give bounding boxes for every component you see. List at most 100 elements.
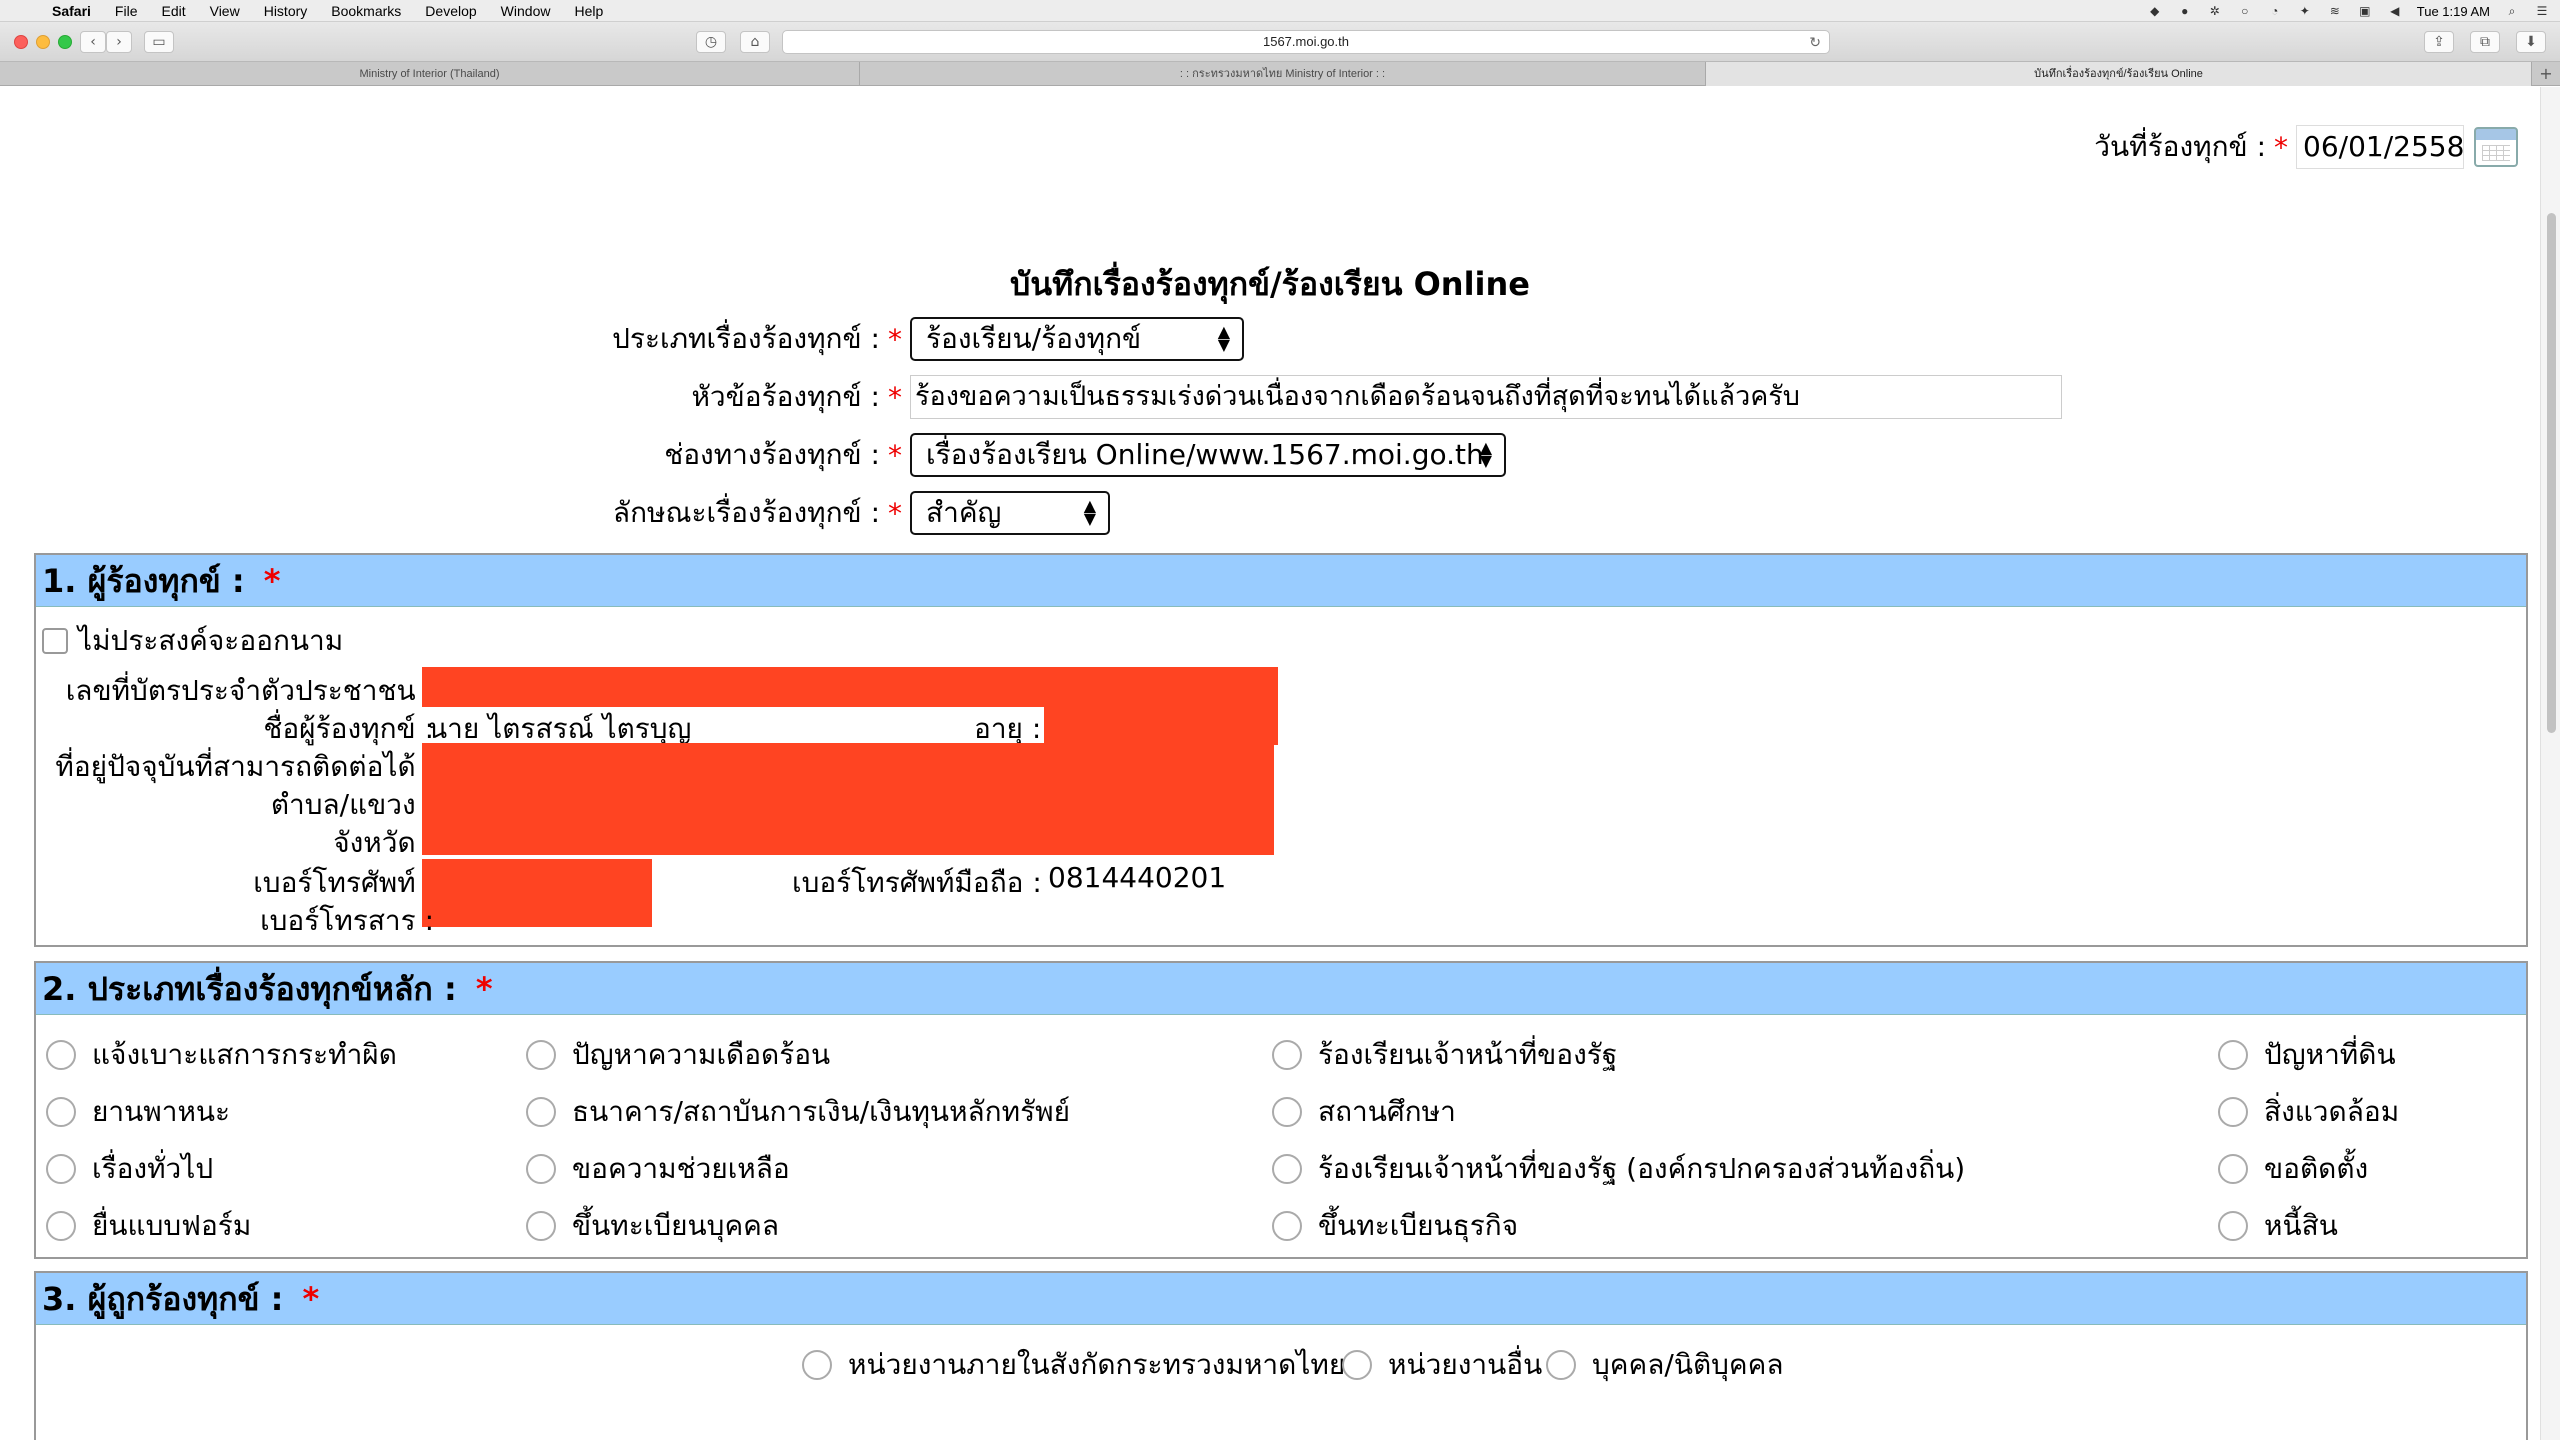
complaint-type-select[interactable]: ร้องเรียน/ร้องทุกข์ ▲ ▼: [910, 317, 1244, 361]
option-installation[interactable]: ขอติดตั้ง: [2218, 1147, 2368, 1191]
option-vehicle[interactable]: ยานพาหนะ: [46, 1090, 230, 1134]
notification-center-icon[interactable]: ☰: [2534, 4, 2550, 18]
id-number-redacted[interactable]: [422, 667, 1278, 707]
option-business-registration[interactable]: ขึ้นทะเบียนธุรกิจ: [1272, 1204, 1518, 1248]
menu-develop[interactable]: Develop: [413, 3, 488, 19]
share-icon[interactable]: ⇪: [2424, 31, 2454, 53]
anonymous-label: ไม่ประสงค์จะออกนาม: [78, 624, 344, 657]
option-debt[interactable]: หนี้สิน: [2218, 1204, 2338, 1248]
complainant-section-title: 1. ผู้ร้องทุกข์ :: [42, 562, 245, 600]
respondent-other-agency[interactable]: หน่วยงานอื่น: [1342, 1343, 1542, 1387]
menu-view[interactable]: View: [198, 3, 252, 19]
radio-button[interactable]: [1546, 1350, 1576, 1380]
menu-file[interactable]: File: [103, 3, 150, 19]
page-scrollbar[interactable]: [2540, 87, 2560, 1440]
option-bank[interactable]: ธนาคาร/สถาบันการเงิน/เงินทุนหลักทรัพย์: [526, 1090, 1070, 1134]
spotlight-icon[interactable]: ⌕: [2504, 4, 2520, 18]
required-mark: *: [888, 380, 902, 414]
complaint-date-input[interactable]: 06/01/2558: [2296, 125, 2464, 169]
menu-help[interactable]: Help: [562, 3, 615, 19]
radio-button[interactable]: [526, 1040, 556, 1070]
radio-button[interactable]: [1272, 1097, 1302, 1127]
input-source-icon[interactable]: ▣: [2357, 4, 2373, 18]
radio-button[interactable]: [46, 1211, 76, 1241]
tab-ministry-of-interior[interactable]: Ministry of Interior (Thailand): [0, 62, 860, 86]
radio-button[interactable]: [2218, 1154, 2248, 1184]
menu-window[interactable]: Window: [489, 3, 563, 19]
menu-clock[interactable]: Tue 1:19 AM: [2417, 4, 2490, 19]
radio-button[interactable]: [1342, 1350, 1372, 1380]
age-redacted[interactable]: [1044, 705, 1278, 745]
radio-button[interactable]: [2218, 1097, 2248, 1127]
option-label: ขอติดตั้ง: [2264, 1152, 2369, 1185]
radio-button[interactable]: [46, 1097, 76, 1127]
option-label: ร้องเรียนเจ้าหน้าที่ของรัฐ (องค์กรปกครอง…: [1318, 1152, 1966, 1185]
complainant-section-header: 1. ผู้ร้องทุกข์ : *: [36, 555, 2526, 607]
back-button[interactable]: ‹: [80, 31, 106, 53]
reload-icon[interactable]: ↻: [1809, 31, 1821, 53]
calendar-icon[interactable]: [2474, 127, 2518, 167]
menu-edit[interactable]: Edit: [149, 3, 197, 19]
radio-button[interactable]: [526, 1097, 556, 1127]
respondent-moi-agency[interactable]: หน่วยงานภายในสังกัดกระทรวงมหาดไทย: [802, 1343, 1345, 1387]
volume-icon[interactable]: ◀: [2387, 4, 2403, 18]
radio-button[interactable]: [526, 1211, 556, 1241]
radio-button[interactable]: [1272, 1040, 1302, 1070]
option-land[interactable]: ปัญหาที่ดิน: [2218, 1033, 2396, 1077]
option-label: ขอความช่วยเหลือ: [572, 1152, 790, 1185]
tab-complaint-form[interactable]: บันทึกเรื่องร้องทุกข์/ร้องเรียน Online: [1706, 62, 2532, 86]
radio-button[interactable]: [526, 1154, 556, 1184]
time-machine-icon[interactable]: ◔: [2267, 4, 2283, 18]
radio-button[interactable]: [46, 1154, 76, 1184]
sidebar-toggle-icon[interactable]: ▭: [144, 31, 174, 53]
option-assistance[interactable]: ขอความช่วยเหลือ: [526, 1147, 790, 1191]
mobile-value[interactable]: 0814440201: [1048, 861, 1226, 894]
home-icon[interactable]: ⌂: [740, 31, 770, 53]
phone-redacted[interactable]: [422, 859, 652, 927]
history-icon[interactable]: ◷: [696, 31, 726, 53]
radio-button[interactable]: [802, 1350, 832, 1380]
close-window-button[interactable]: [14, 35, 28, 49]
subject-input[interactable]: ร้องขอความเป็นธรรมเร่งด่วนเนื่องจากเดือด…: [910, 375, 2062, 419]
channel-select[interactable]: เรื่องร้องเรียน Online/www.1567.moi.go.t…: [910, 433, 1506, 477]
address-redacted[interactable]: [422, 743, 1274, 855]
settings-icon[interactable]: ✲: [2207, 4, 2223, 18]
option-label: ปัญหาที่ดิน: [2264, 1038, 2396, 1071]
option-hardship[interactable]: ปัญหาความเดือดร้อน: [526, 1033, 830, 1077]
option-local-official-complaint[interactable]: ร้องเรียนเจ้าหน้าที่ของรัฐ (องค์กรปกครอง…: [1272, 1147, 1965, 1191]
respondent-section-header: 3. ผู้ถูกร้องทุกข์ : *: [36, 1273, 2526, 1325]
respondent-person-entity[interactable]: บุคคล/นิติบุคคล: [1546, 1343, 1784, 1387]
radio-button[interactable]: [2218, 1211, 2248, 1241]
option-official-complaint[interactable]: ร้องเรียนเจ้าหน้าที่ของรัฐ: [1272, 1033, 1617, 1077]
bluetooth-icon[interactable]: ✦: [2297, 4, 2313, 18]
menu-history[interactable]: History: [252, 3, 320, 19]
radio-button[interactable]: [1272, 1154, 1302, 1184]
minimize-window-button[interactable]: [36, 35, 50, 49]
option-whistleblow[interactable]: แจ้งเบาะแสการกระทำผิด: [46, 1033, 397, 1077]
nature-select[interactable]: สำคัญ ▲ ▼: [910, 491, 1110, 535]
wifi-icon[interactable]: ≋: [2327, 4, 2343, 18]
new-tab-icon[interactable]: +: [2532, 62, 2560, 85]
anonymous-checkbox[interactable]: [42, 628, 68, 654]
downloads-icon[interactable]: ⬇: [2516, 31, 2546, 53]
record-icon[interactable]: ●: [2177, 4, 2193, 18]
chat-icon[interactable]: ○: [2237, 4, 2253, 18]
zoom-window-button[interactable]: [58, 35, 72, 49]
option-person-registration[interactable]: ขึ้นทะเบียนบุคคล: [526, 1204, 779, 1248]
option-school[interactable]: สถานศึกษา: [1272, 1090, 1456, 1134]
dropbox-icon[interactable]: ◆: [2147, 4, 2163, 18]
option-general[interactable]: เรื่องทั่วไป: [46, 1147, 213, 1191]
menu-app-name[interactable]: Safari: [40, 3, 103, 19]
radio-button[interactable]: [2218, 1040, 2248, 1070]
menu-bookmarks[interactable]: Bookmarks: [319, 3, 413, 19]
scrollbar-thumb[interactable]: [2547, 213, 2556, 733]
tabs-overview-icon[interactable]: ⧉: [2470, 31, 2500, 53]
nature-row: ลักษณะเรื่องร้องทุกข์ : * สำคัญ ▲ ▼: [0, 491, 1110, 535]
address-bar[interactable]: 1567.moi.go.th ↻: [782, 30, 1830, 54]
radio-button[interactable]: [46, 1040, 76, 1070]
option-submit-form[interactable]: ยื่นแบบฟอร์ม: [46, 1204, 251, 1248]
tab-moi-thai[interactable]: : : กระทรวงมหาดไทย Ministry of Interior …: [860, 62, 1706, 86]
radio-button[interactable]: [1272, 1211, 1302, 1241]
option-environment[interactable]: สิ่งแวดล้อม: [2218, 1090, 2399, 1134]
forward-button[interactable]: ›: [106, 31, 132, 53]
